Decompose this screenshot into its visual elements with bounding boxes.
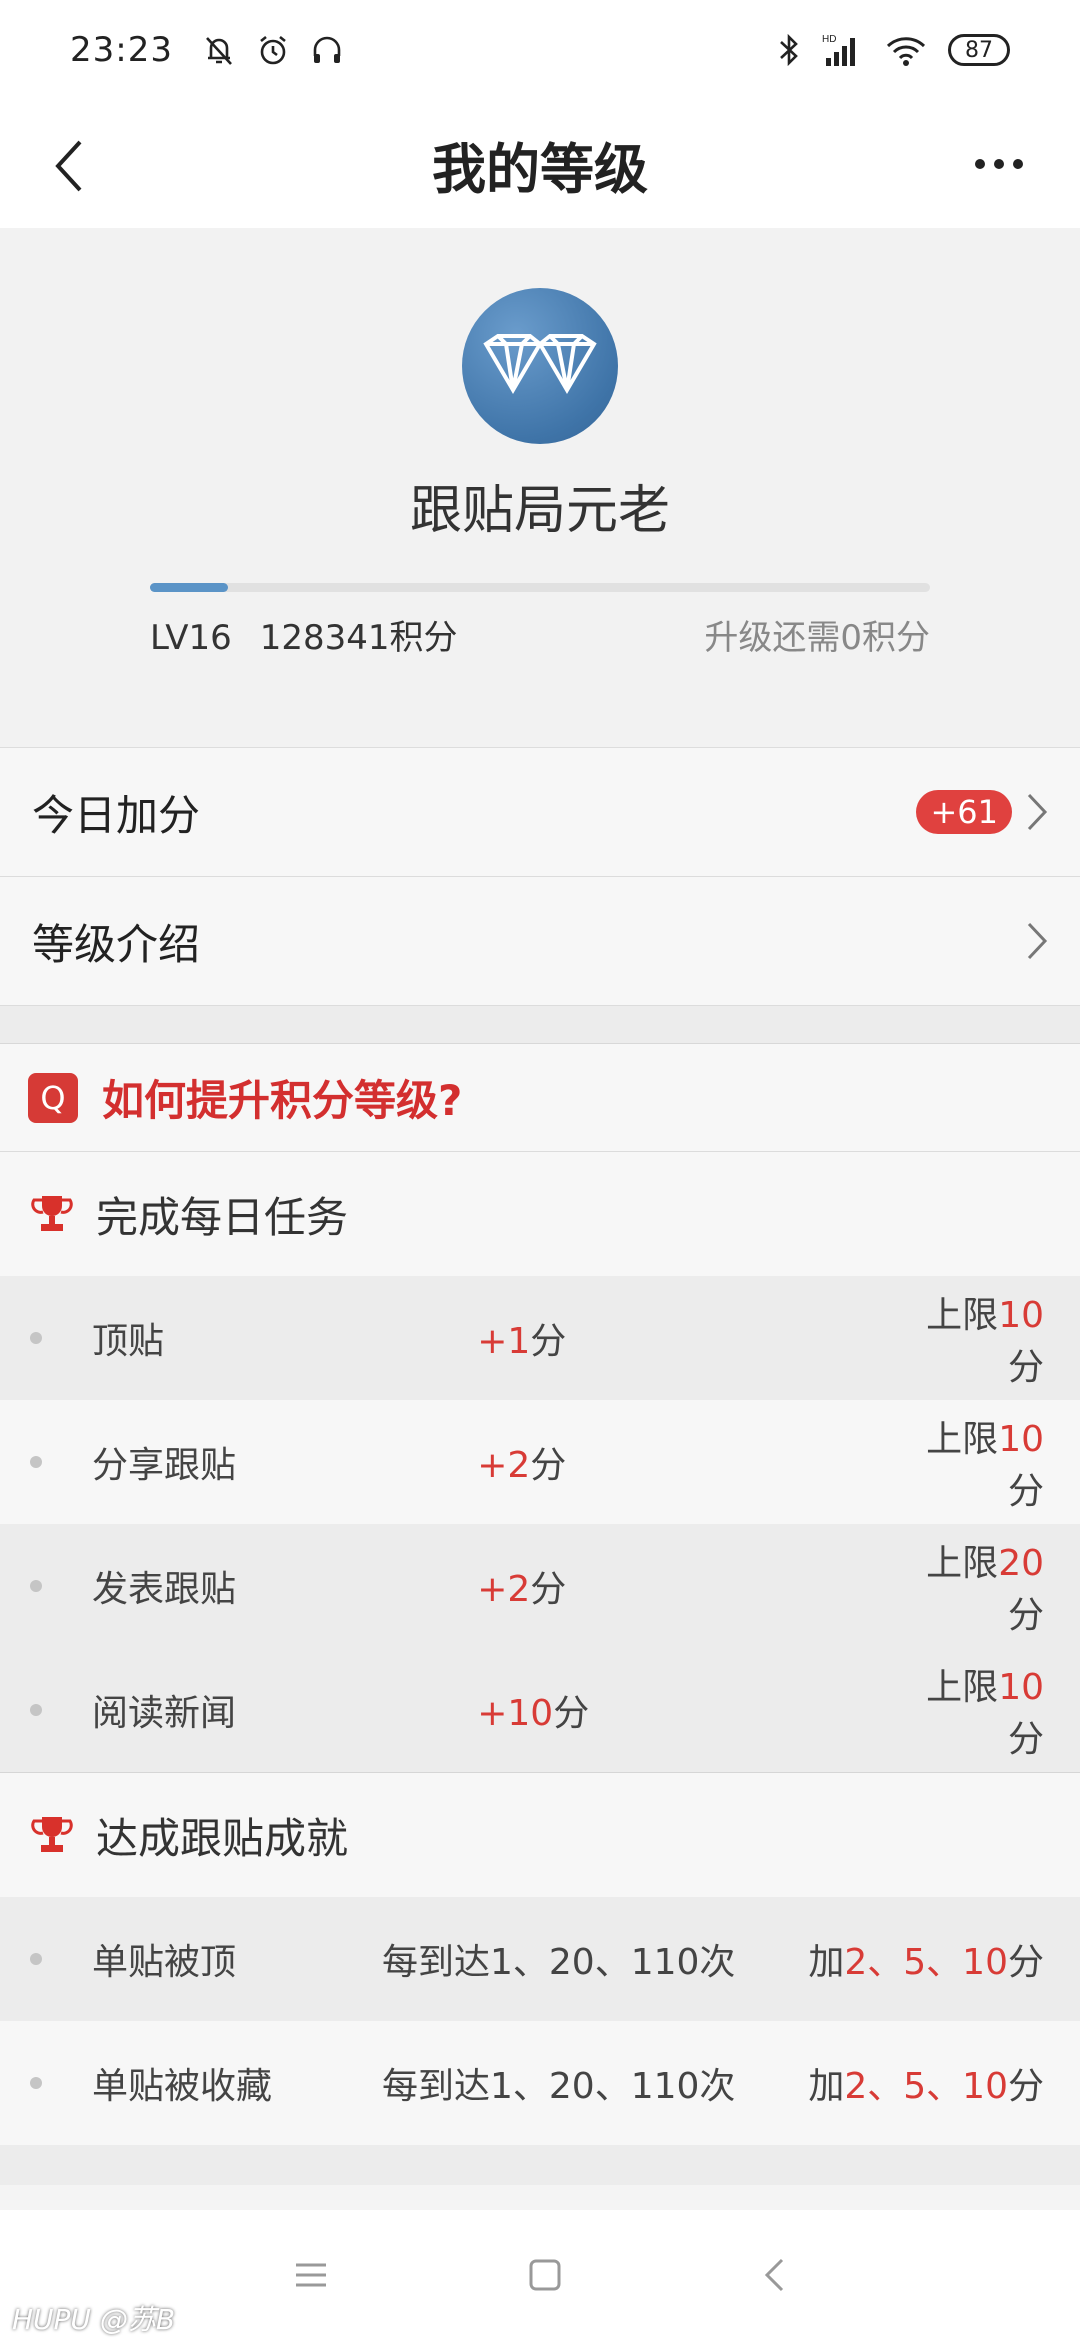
achievement-condition: 每到达1、20、110次 — [382, 1942, 736, 1983]
more-button[interactable] — [954, 124, 1044, 204]
level-number: LV16 — [150, 618, 232, 658]
system-back-icon[interactable] — [762, 2257, 786, 2293]
howto-title: 如何提升积分等级? — [102, 1076, 463, 1125]
trophy-icon — [31, 1196, 73, 1231]
daily-tasks-header: 完成每日任务 — [0, 1152, 1080, 1276]
task-row: 顶贴 +1分 上限10分 — [0, 1276, 1080, 1400]
signal-icon: HD — [822, 34, 855, 66]
tasks-container: 完成每日任务 顶贴 +1分 上限10分 分享跟贴 +2分 上限10分 发表跟贴 … — [0, 1152, 1080, 2185]
list-item-label: 今日加分 — [32, 790, 201, 840]
chevron-right-icon — [1027, 922, 1048, 960]
task-score: +10分 — [477, 1693, 590, 1734]
achievement-reward: 加2、5、10分 — [808, 2066, 1044, 2107]
achievements-header: 达成跟贴成就 — [0, 1773, 1080, 1897]
wifi-icon — [886, 37, 926, 66]
headset-icon — [313, 36, 341, 63]
more-dots-icon — [975, 159, 1023, 169]
status-icons-right: HD 87 — [776, 32, 1010, 68]
achievement-row-partial — [0, 2145, 1080, 2185]
battery-indicator: 87 — [948, 34, 1010, 66]
mute-bell-icon — [206, 37, 232, 65]
status-bar: 23:23 HD 87 — [0, 0, 1080, 100]
chevron-right-icon — [1027, 793, 1048, 831]
task-limit: 上限10分 — [926, 1419, 1044, 1512]
task-score: +2分 — [477, 1445, 567, 1486]
achievement-condition: 每到达1、20、110次 — [382, 2066, 736, 2107]
q-icon: Q — [28, 1072, 78, 1123]
level-progress-fill — [150, 583, 228, 592]
back-button[interactable] — [50, 126, 130, 206]
task-row: 分享跟贴 +2分 上限10分 — [0, 1400, 1080, 1524]
home-icon[interactable] — [528, 2258, 562, 2292]
daily-tasks-title: 完成每日任务 — [96, 1192, 349, 1242]
task-limit: 上限10分 — [926, 1295, 1044, 1388]
achievement-name: 单贴被收藏 — [92, 2066, 273, 2107]
bluetooth-icon — [780, 33, 798, 67]
list-item-today-points[interactable]: 今日加分 +61 — [0, 748, 1080, 877]
level-points: 128341积分 — [259, 618, 458, 658]
task-limit: 上限20分 — [926, 1543, 1044, 1636]
level-title: 跟贴局元老 — [409, 481, 670, 541]
diamond-badge-icon — [462, 288, 618, 444]
svg-text:HD: HD — [822, 34, 836, 45]
task-score: +1分 — [477, 1321, 567, 1362]
list-item-level-intro[interactable]: 等级介绍 — [0, 877, 1080, 1006]
task-name: 分享跟贴 — [92, 1445, 237, 1486]
list-item-label: 等级介绍 — [32, 919, 201, 969]
task-name: 阅读新闻 — [92, 1693, 237, 1734]
status-time: 23:23 — [70, 30, 173, 70]
level-header: 跟贴局元老 LV16 128341积分 升级还需0积分 — [0, 228, 1080, 748]
section-spacer — [0, 1006, 1080, 1044]
page-title: 我的等级 — [432, 137, 648, 201]
task-score: +2分 — [477, 1569, 567, 1610]
task-limit: 上限10分 — [926, 1667, 1044, 1760]
today-points-badge: +61 — [916, 790, 1012, 834]
achievement-row: 单贴被收藏 每到达1、20、110次 加2、5、10分 — [0, 2021, 1080, 2145]
howto-header: Q 如何提升积分等级? — [0, 1044, 1080, 1152]
achievement-name: 单贴被顶 — [92, 1942, 237, 1983]
task-name: 顶贴 — [92, 1321, 165, 1362]
watermark: HUPU @苏B — [12, 2303, 176, 2336]
task-row: 阅读新闻 +10分 上限10分 — [0, 1648, 1080, 1772]
level-info: LV16 128341积分 — [150, 610, 458, 659]
upgrade-need: 升级还需0积分 — [704, 618, 930, 658]
achievement-row: 单贴被顶 每到达1、20、110次 加2、5、10分 — [0, 1897, 1080, 2021]
task-name: 发表跟贴 — [92, 1569, 237, 1610]
nav-bar: 我的等级 — [0, 100, 1080, 228]
achievements-title: 达成跟贴成就 — [96, 1813, 349, 1863]
level-progress-bar — [150, 583, 930, 592]
status-icons-left — [201, 32, 345, 68]
menu-list: 今日加分 +61 等级介绍 — [0, 747, 1080, 1006]
back-arrow-icon — [55, 140, 82, 192]
menu-icon[interactable] — [294, 2261, 328, 2289]
alarm-icon — [260, 35, 286, 65]
trophy-icon — [31, 1817, 73, 1852]
achievement-reward: 加2、5、10分 — [808, 1942, 1044, 1983]
task-row: 发表跟贴 +2分 上限20分 — [0, 1524, 1080, 1648]
